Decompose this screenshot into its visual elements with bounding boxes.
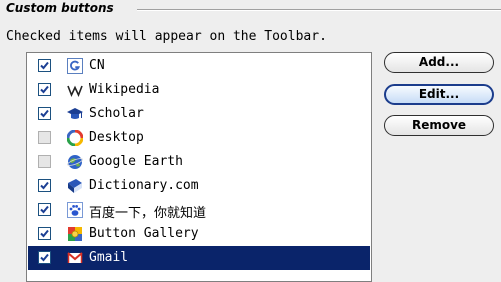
baidu-paw-icon xyxy=(67,202,83,218)
gmail-icon xyxy=(67,250,83,266)
add-button[interactable]: Add... xyxy=(384,52,494,73)
list-item-google-earth[interactable]: Google Earth xyxy=(28,150,370,174)
list-item-baidu[interactable]: 百度一下，你就知道 xyxy=(28,198,370,222)
list-item-button-gallery[interactable]: Button Gallery xyxy=(28,222,370,246)
list-item-label: Google Earth xyxy=(89,154,183,169)
list-item-dictionary[interactable]: Dictionary.com xyxy=(28,174,370,198)
checkbox-gmail[interactable] xyxy=(38,251,51,264)
list-item-desktop[interactable]: Desktop xyxy=(28,126,370,150)
list-item-label: Gmail xyxy=(89,250,129,265)
dictionary-book-icon xyxy=(67,178,83,194)
checkbox-cn[interactable] xyxy=(38,59,51,72)
checkbox-wikipedia[interactable] xyxy=(38,83,51,96)
list-item-label: 百度一下，你就知道 xyxy=(89,206,207,221)
list-item-scholar[interactable]: Scholar xyxy=(28,102,370,126)
wikipedia-icon xyxy=(67,82,83,98)
list-item-cn[interactable]: CN xyxy=(28,54,370,78)
google-earth-icon xyxy=(67,154,83,170)
scholar-cap-icon xyxy=(67,106,83,122)
group-title: Custom buttons xyxy=(6,1,117,15)
checkbox-google-earth[interactable] xyxy=(38,155,51,168)
google-cn-icon xyxy=(67,58,83,74)
checkbox-baidu[interactable] xyxy=(38,203,51,216)
google-desktop-icon xyxy=(66,129,84,147)
edit-button[interactable]: Edit... xyxy=(384,84,494,105)
list-item-wikipedia[interactable]: Wikipedia xyxy=(28,78,370,102)
instruction-text: Checked items will appear on the Toolbar… xyxy=(6,29,327,44)
list-item-gmail[interactable]: Gmail xyxy=(28,246,370,270)
checkbox-scholar[interactable] xyxy=(38,107,51,120)
list-item-label: Button Gallery xyxy=(89,226,199,241)
checkbox-dictionary[interactable] xyxy=(38,179,51,192)
list-item-label: Desktop xyxy=(89,130,144,145)
group-divider-line xyxy=(137,9,501,11)
list-item-label: CN xyxy=(89,58,105,73)
checkbox-desktop[interactable] xyxy=(38,131,51,144)
list-item-label: Dictionary.com xyxy=(89,178,199,193)
list-item-label: Scholar xyxy=(89,106,144,121)
custom-buttons-list[interactable]: CN Wikipedia Scholar Desktop Google Eart… xyxy=(26,52,372,282)
button-gallery-icon xyxy=(67,226,83,242)
remove-button[interactable]: Remove xyxy=(384,115,494,136)
custom-buttons-group-header: Custom buttons xyxy=(0,0,501,18)
checkbox-button-gallery[interactable] xyxy=(38,227,51,240)
list-item-label: Wikipedia xyxy=(89,82,160,97)
